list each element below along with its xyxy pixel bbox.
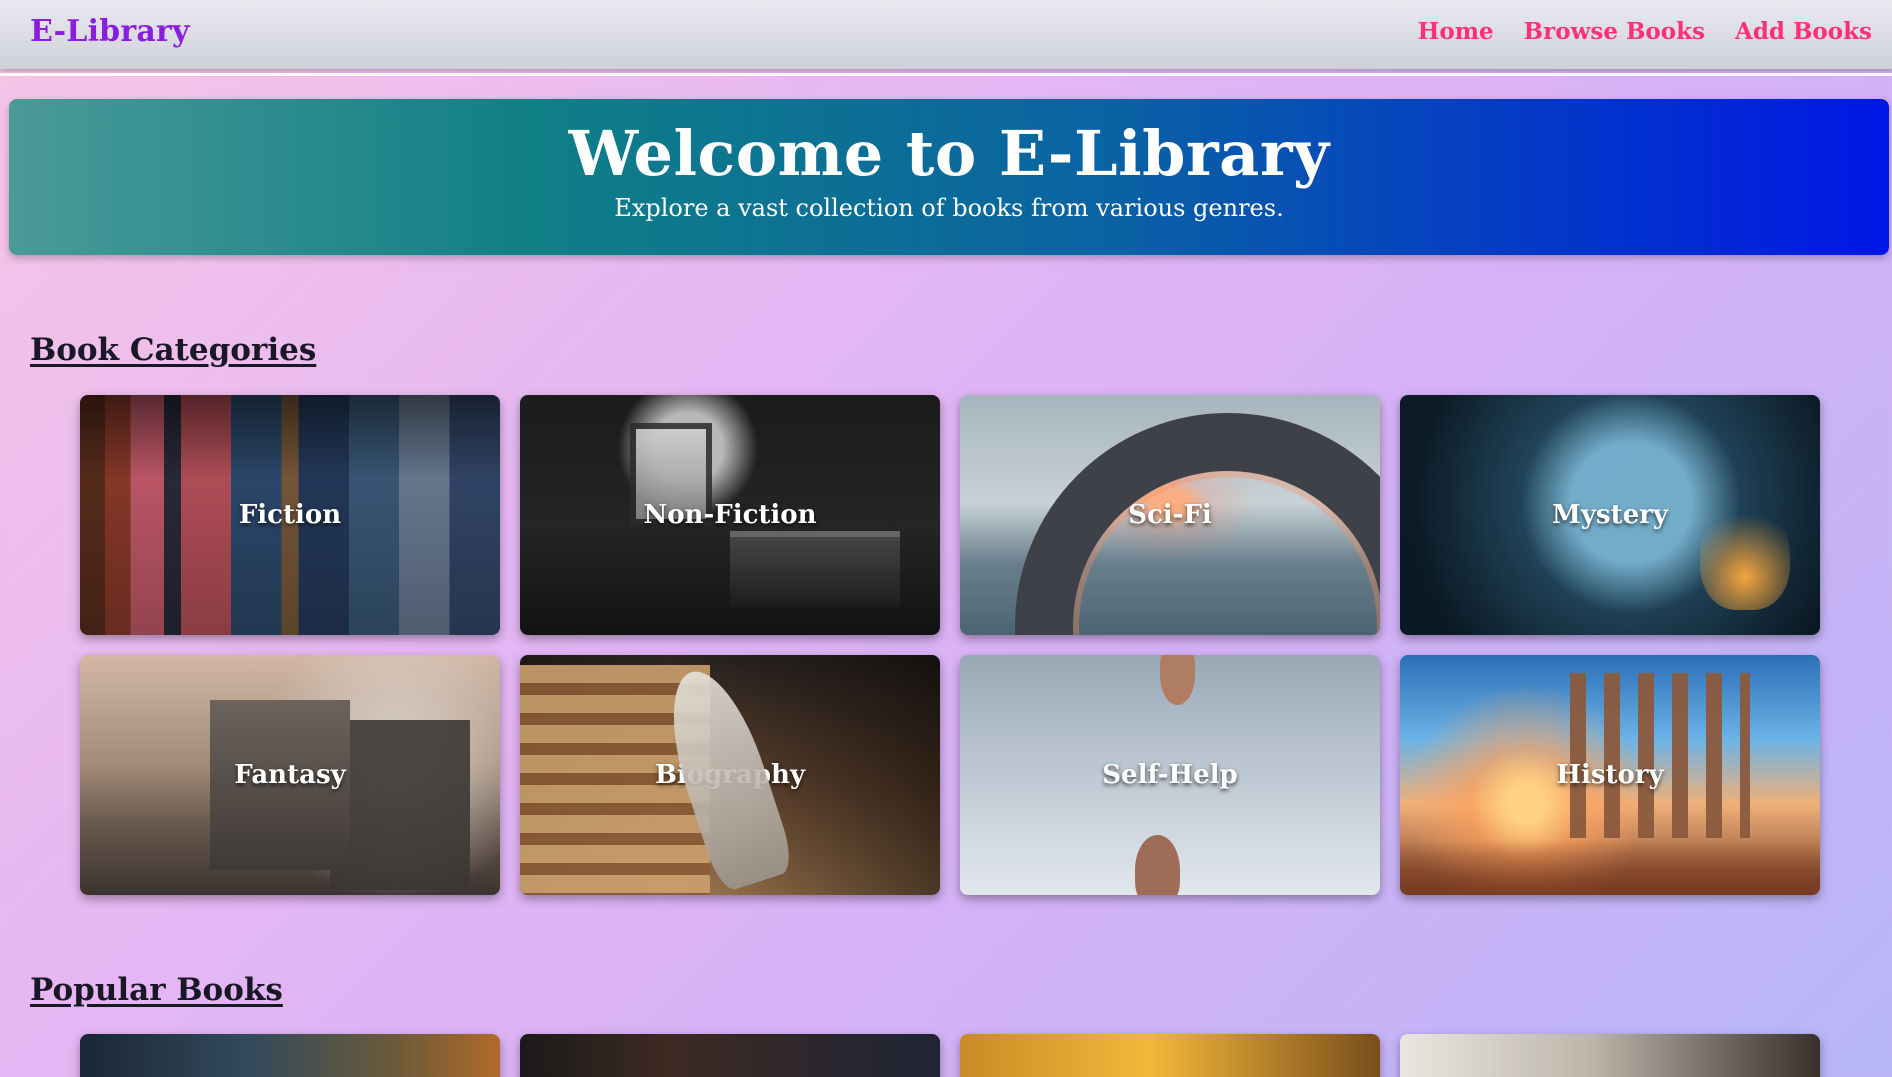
popular-book-card[interactable] xyxy=(1400,1034,1820,1077)
category-card-fiction[interactable]: Fiction xyxy=(80,395,500,635)
category-label: History xyxy=(1556,760,1664,790)
site-brand[interactable]: E-Library xyxy=(30,14,190,49)
category-label: Biography xyxy=(654,760,806,790)
category-label: Self-Help xyxy=(1102,760,1238,790)
category-card-sci-fi[interactable]: Sci-Fi xyxy=(960,395,1380,635)
popular-book-card[interactable] xyxy=(520,1034,940,1077)
nav-link-home[interactable]: Home xyxy=(1418,18,1494,45)
category-card-history[interactable]: History xyxy=(1400,655,1820,895)
category-label: Fantasy xyxy=(234,760,346,790)
category-label: Fiction xyxy=(238,500,342,530)
top-navigation-bar: E-Library Home Browse Books Add Books xyxy=(0,0,1892,76)
category-card-non-fiction[interactable]: Non-Fiction xyxy=(520,395,940,635)
nav-link-add-books[interactable]: Add Books xyxy=(1735,18,1872,45)
popular-books-heading: Popular Books xyxy=(30,972,283,1008)
category-label: Sci-Fi xyxy=(1128,500,1212,530)
welcome-hero-banner: Welcome to E-Library Explore a vast coll… xyxy=(9,99,1889,255)
hero-title: Welcome to E-Library xyxy=(568,117,1330,190)
category-card-biography[interactable]: Biography xyxy=(520,655,940,895)
category-card-self-help[interactable]: Self-Help xyxy=(960,655,1380,895)
category-card-fantasy[interactable]: Fantasy xyxy=(80,655,500,895)
category-label: Mystery xyxy=(1552,500,1668,530)
nav-link-browse-books[interactable]: Browse Books xyxy=(1524,18,1705,45)
popular-book-card[interactable] xyxy=(960,1034,1380,1077)
main-nav: Home Browse Books Add Books xyxy=(1418,18,1872,45)
book-categories-heading: Book Categories xyxy=(30,332,317,368)
category-card-mystery[interactable]: Mystery xyxy=(1400,395,1820,635)
category-label: Non-Fiction xyxy=(643,500,817,530)
hero-subtitle: Explore a vast collection of books from … xyxy=(614,194,1284,222)
category-grid: Fiction Non-Fiction Sci-Fi Mystery Fanta… xyxy=(80,395,1820,895)
popular-book-card[interactable] xyxy=(80,1034,500,1077)
popular-books-grid xyxy=(80,1034,1820,1077)
